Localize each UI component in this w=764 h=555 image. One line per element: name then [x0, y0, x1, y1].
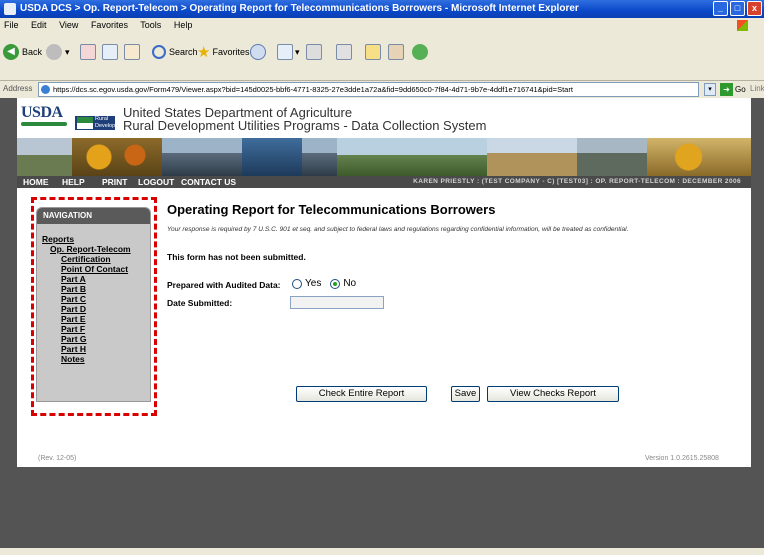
audited-data-radio-group: Yes No [292, 278, 356, 289]
menu-favorites[interactable]: Favorites [91, 20, 128, 30]
go-label: Go [735, 85, 746, 94]
folder-icon [365, 44, 381, 60]
check-entire-report-button[interactable]: Check Entire Report [296, 386, 427, 402]
search-icon [152, 45, 166, 59]
windows-logo-icon [737, 20, 748, 31]
banner-image-strip [17, 138, 751, 176]
page-icon [41, 85, 50, 94]
edit-button[interactable] [336, 42, 352, 62]
version-label: Version 1.0.2615.25808 [645, 455, 719, 462]
nav-home[interactable]: HOME [23, 176, 49, 188]
banner-produce-image [72, 138, 162, 176]
forward-button[interactable]: ▾ [46, 42, 70, 62]
nav-logout[interactable]: LOGOUT [138, 176, 174, 188]
usda-logo-text: USDA [21, 104, 63, 121]
search-label: Search [169, 47, 198, 57]
favorites-button[interactable]: ★ Favorites [197, 42, 249, 62]
minimize-button[interactable]: _ [713, 1, 728, 16]
home-button[interactable] [124, 42, 140, 62]
menu-file[interactable]: File [4, 20, 19, 30]
window-title: USDA DCS > Op. Report-Telecom > Operatin… [20, 3, 579, 14]
banner-building-image [577, 138, 647, 176]
audited-data-label: Prepared with Audited Data: [167, 280, 281, 290]
stop-button[interactable] [80, 42, 96, 62]
browser-status-bar [0, 548, 764, 555]
discuss-button[interactable] [365, 42, 381, 62]
go-arrow-icon: ➜ [720, 83, 733, 96]
navigation-highlight-box [31, 197, 157, 416]
close-button[interactable]: x [747, 1, 762, 16]
favorites-label: Favorites [212, 47, 250, 57]
links-toolbar[interactable]: Links [750, 84, 764, 93]
banner-farmers-image [487, 138, 577, 176]
logo-swoosh-icon [21, 122, 67, 126]
menu-tools[interactable]: Tools [140, 20, 161, 30]
browser-toolbar: ◀ Back ▾ ▾ Search ★ Favorites ▾ [0, 33, 764, 81]
submission-status: This form has not been submitted. [167, 252, 306, 262]
usda-logo[interactable]: USDA [21, 104, 68, 134]
audited-yes-radio[interactable] [292, 278, 302, 289]
page-title: Operating Report for Telecommunications … [167, 202, 496, 217]
address-input[interactable]: https://dcs.sc.egov.usda.gov/Form479/Vie… [38, 82, 699, 97]
top-navbar: HOME HELP PRINT LOGOUT CONTACT US KAREN … [17, 176, 751, 188]
window-title-bar: USDA DCS > Op. Report-Telecom > Operatin… [0, 0, 764, 18]
print-button[interactable] [306, 42, 322, 62]
address-label: Address [3, 84, 33, 93]
revision-label: (Rev. 12-05) [38, 455, 77, 462]
save-button[interactable]: Save [451, 386, 480, 402]
confidentiality-notice: Your response is required by 7 U.S.C. 90… [167, 226, 629, 233]
home-icon [124, 44, 140, 60]
messenger-button[interactable] [412, 42, 428, 62]
nav-contact-us[interactable]: CONTACT US [181, 176, 236, 188]
date-submitted-field[interactable] [290, 296, 384, 309]
maximize-button[interactable]: □ [730, 1, 745, 16]
address-bar: Address https://dcs.sc.egov.usda.gov/For… [0, 81, 764, 98]
research-button[interactable] [388, 42, 404, 62]
go-button[interactable]: ➜ Go [720, 83, 746, 96]
back-label: Back [22, 47, 43, 57]
refresh-button[interactable] [102, 42, 118, 62]
menu-view[interactable]: View [59, 20, 78, 30]
banner-canoe-image [242, 138, 302, 176]
rural-development-icon [77, 117, 93, 129]
forward-arrow-icon [46, 44, 62, 60]
mail-button[interactable]: ▾ [277, 42, 300, 62]
audited-no-label: No [343, 278, 357, 289]
star-icon: ★ [197, 44, 211, 61]
mail-icon [277, 44, 293, 60]
user-session-info: KAREN PRIESTLY : (TEST COMPANY - C) [TES… [413, 178, 741, 185]
back-arrow-icon: ◀ [3, 44, 19, 60]
research-icon [388, 44, 404, 60]
site-header: USDA Rural Development United States Dep… [17, 98, 751, 138]
history-button[interactable] [250, 42, 266, 62]
banner-field-image [17, 138, 72, 176]
menu-edit[interactable]: Edit [31, 20, 47, 30]
back-button[interactable]: ◀ Back ▾ [3, 42, 51, 62]
date-submitted-label: Date Submitted: [167, 298, 233, 308]
view-checks-report-button[interactable]: View Checks Report [487, 386, 619, 402]
audited-yes-label: Yes [305, 278, 322, 289]
search-button[interactable]: Search [152, 42, 198, 62]
printer-icon [306, 44, 322, 60]
nav-print[interactable]: PRINT [102, 176, 128, 188]
refresh-icon [102, 44, 118, 60]
banner-fruit-image [647, 138, 751, 176]
menu-help[interactable]: Help [174, 20, 193, 30]
rural-development-badge: Rural Development [75, 116, 127, 130]
audited-no-radio[interactable] [330, 278, 341, 289]
stop-icon [80, 44, 96, 60]
banner-mountain-image [337, 138, 487, 176]
menu-bar: File Edit View Favorites Tools Help [0, 18, 764, 33]
system-name: Rural Development Utilities Programs - D… [123, 118, 487, 133]
address-url: https://dcs.sc.egov.usda.gov/Form479/Vie… [53, 85, 573, 94]
messenger-icon [412, 44, 428, 60]
edit-icon [336, 44, 352, 60]
ie-icon [4, 3, 16, 15]
history-icon [250, 44, 266, 60]
address-dropdown[interactable]: ▾ [704, 83, 716, 96]
nav-help[interactable]: HELP [62, 176, 85, 188]
